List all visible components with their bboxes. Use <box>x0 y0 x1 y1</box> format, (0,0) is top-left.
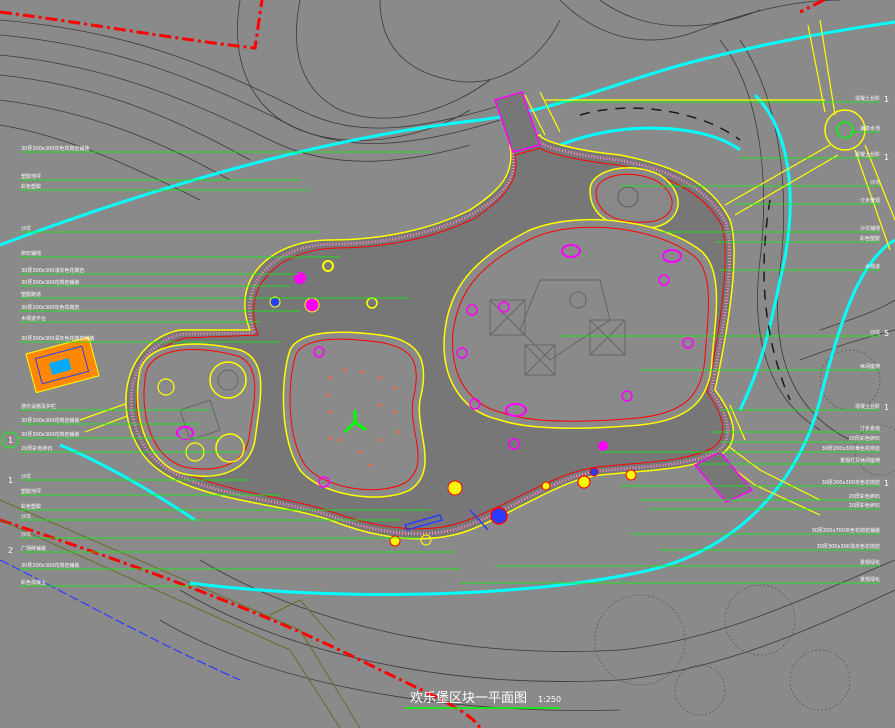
left-callout-label: 游乐设施及护栏 <box>21 403 56 410</box>
section-marker-number: 1 <box>8 436 13 445</box>
right-callout-label: 20厚彩色卵石 <box>849 502 880 509</box>
left-callout-label: 塑胶地坪 <box>21 488 41 495</box>
section-marker-number: 1 <box>884 153 889 162</box>
right-callout-label: 汀步景观 <box>860 425 880 432</box>
right-callout-label: 涌泉水池 <box>860 125 880 132</box>
section-marker-number: 1 <box>8 476 13 485</box>
right-callout-label: 木栈道 <box>865 263 880 270</box>
left-callout-label: 木栈道平台 <box>21 315 46 322</box>
drawing-scale: 1:250 <box>538 695 561 704</box>
left-callout-label: 30厚300x300花岗岩铺装 <box>21 279 79 286</box>
right-callout-label: 沙坑 <box>870 329 880 336</box>
left-callout-label: 卵石铺地 <box>21 250 41 257</box>
left-callout-label: 30厚300x300花岗岩铺装 <box>21 417 79 424</box>
central-play-area <box>282 331 426 498</box>
right-callout-label: 景观绿化 <box>860 576 880 583</box>
right-callout-label: 混凝土台阶 <box>855 151 880 158</box>
left-callout-label: 塑胶跑道 <box>21 291 41 298</box>
right-callout-label: 景观绿化 <box>860 559 880 566</box>
left-callout-label: 广场砖铺装 <box>21 545 46 552</box>
right-callout-label: 20厚彩色卵石 <box>849 493 880 500</box>
left-callout-label: 沙坑 <box>21 473 31 480</box>
right-callout-label: 20厚彩色卵石 <box>849 435 880 442</box>
drawing-title: 欢乐堡区块一平面图 <box>410 690 527 706</box>
right-callout-label: 30厚200x300灰色花岗岩 <box>822 479 880 486</box>
site-plan-drawing: 30厚300x300灰色花岗岩铺装塑胶地坪彩色塑胶沙坑卵石铺地30厚300x30… <box>0 0 895 728</box>
left-callout-label: 彩色塑胶 <box>21 183 41 190</box>
right-callout-label: 沙坑铺地 <box>860 225 880 232</box>
left-callout-label: 彩色塑胶 <box>21 503 41 510</box>
left-callout-label: 30厚300x300浅灰色花岗岩 <box>21 267 84 274</box>
left-callout-label: 彩色混凝土 <box>21 579 46 586</box>
left-callout-label: 30厚300x300深灰色花岗岩铺装 <box>21 335 94 342</box>
right-callout-label: 景观灯及休闲座椅 <box>840 457 880 464</box>
section-marker-number: 1 <box>884 403 889 412</box>
left-callout-label: 20厚彩色卵石 <box>21 445 52 452</box>
right-callout-label: 混凝土台阶 <box>855 95 880 102</box>
left-callout-label: 30厚300x300灰色花岗岩铺装 <box>21 145 89 152</box>
left-callout-label: 塑胶地坪 <box>21 173 41 180</box>
right-callout-label: 汀步景观 <box>860 197 880 204</box>
right-callout-label: 混凝土台阶 <box>855 403 880 410</box>
section-marker-number: 1 <box>884 479 889 488</box>
right-callout-label: 休闲座椅 <box>860 363 880 370</box>
left-callout-label: 沙坑 <box>21 225 31 232</box>
right-callout-label: 30厚200x700灰色花岗岩铺装 <box>812 527 880 534</box>
left-callout-label: 沙坑 <box>21 513 31 520</box>
left-callout-label: 30厚200x300灰色花岗岩 <box>21 304 79 311</box>
section-marker-number: 2 <box>8 546 13 555</box>
right-callout-label: 30厚200x300黄色花岗岩 <box>822 445 880 452</box>
right-callout-label: 30厚300x300浅灰色花岗岩 <box>817 543 880 550</box>
right-callout-label: 沙坑 <box>870 179 880 186</box>
section-marker-number: 1 <box>884 95 889 104</box>
left-callout-label: 30厚300x300花岗岩铺装 <box>21 431 79 438</box>
section-marker-number: 5 <box>884 329 889 338</box>
left-callout-label: 沙坑 <box>21 531 31 538</box>
right-callout-label: 彩色塑胶 <box>860 235 880 242</box>
left-callout-label: 30厚200x300花岗岩铺装 <box>21 562 79 569</box>
